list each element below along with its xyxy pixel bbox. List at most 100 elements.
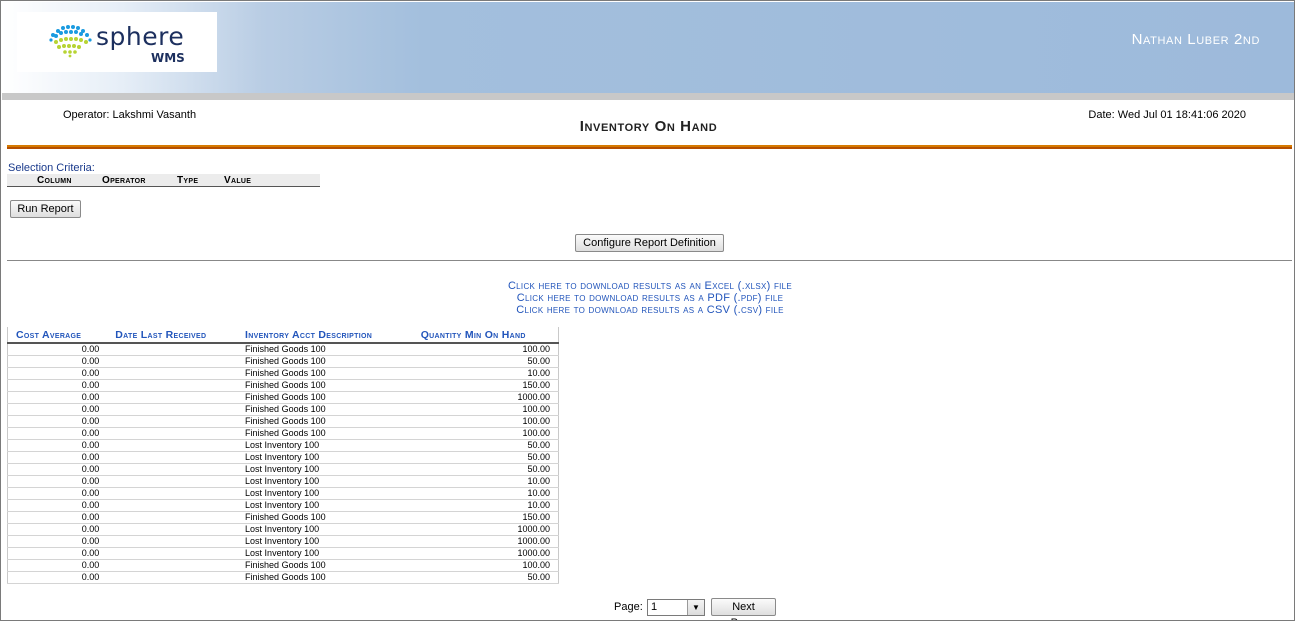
criteria-col-type: Type bbox=[177, 175, 199, 186]
cell-inventory-acct-description: Finished Goods 100 bbox=[237, 355, 413, 368]
cell-inventory-acct-description: Finished Goods 100 bbox=[237, 379, 413, 392]
sphere-wms-logo[interactable]: sphere WMS bbox=[17, 12, 217, 72]
page-label: Page: bbox=[614, 601, 643, 613]
section-divider bbox=[7, 260, 1292, 261]
table-row: 0.00 Lost Inventory 100 1000.00 bbox=[7, 547, 559, 560]
table-row: 0.00 Lost Inventory 100 50.00 bbox=[7, 451, 559, 464]
page-select-value: 1 bbox=[651, 601, 658, 613]
cell-quantity-min-on-hand: 10.00 bbox=[412, 367, 559, 380]
table-row: 0.00 Finished Goods 100 100.00 bbox=[7, 415, 559, 428]
cell-date-last-received bbox=[107, 535, 238, 548]
cell-inventory-acct-description: Lost Inventory 100 bbox=[237, 547, 413, 560]
chevron-down-icon[interactable]: ▼ bbox=[687, 600, 704, 615]
results-header-row: Cost Average Date Last Received Inventor… bbox=[7, 327, 559, 344]
cell-inventory-acct-description: Finished Goods 100 bbox=[237, 427, 413, 440]
col-date-last-received[interactable]: Date Last Received bbox=[107, 327, 238, 344]
cell-inventory-acct-description: Lost Inventory 100 bbox=[237, 499, 413, 512]
cell-quantity-min-on-hand: 1000.00 bbox=[412, 535, 559, 548]
criteria-col-operator: Operator bbox=[102, 175, 146, 186]
cell-date-last-received bbox=[107, 439, 238, 452]
table-row: 0.00 Finished Goods 100 150.00 bbox=[7, 379, 559, 392]
cell-inventory-acct-description: Finished Goods 100 bbox=[237, 391, 413, 404]
cell-inventory-acct-description: Lost Inventory 100 bbox=[237, 523, 413, 536]
cell-inventory-acct-description: Lost Inventory 100 bbox=[237, 487, 413, 500]
logo-word: sphere bbox=[96, 22, 185, 51]
cell-cost-average: 0.00 bbox=[7, 499, 108, 512]
cell-cost-average: 0.00 bbox=[7, 427, 108, 440]
table-row: 0.00 Lost Inventory 100 1000.00 bbox=[7, 523, 559, 536]
cell-cost-average: 0.00 bbox=[7, 439, 108, 452]
cell-date-last-received bbox=[107, 487, 238, 500]
download-csv-link[interactable]: Click here to download results as a CSV … bbox=[1, 304, 1294, 316]
cell-date-last-received bbox=[107, 379, 238, 392]
cell-cost-average: 0.00 bbox=[7, 475, 108, 488]
table-row: 0.00 Finished Goods 100 100.00 bbox=[7, 343, 559, 356]
cell-date-last-received bbox=[107, 415, 238, 428]
cell-date-last-received bbox=[107, 427, 238, 440]
cell-inventory-acct-description: Finished Goods 100 bbox=[237, 403, 413, 416]
cell-cost-average: 0.00 bbox=[7, 463, 108, 476]
col-inventory-acct-description[interactable]: Inventory Acct Description bbox=[237, 327, 413, 344]
cell-date-last-received bbox=[107, 559, 238, 572]
cell-date-last-received bbox=[107, 523, 238, 536]
col-cost-average[interactable]: Cost Average bbox=[7, 327, 108, 344]
cell-quantity-min-on-hand: 1000.00 bbox=[412, 547, 559, 560]
cell-cost-average: 0.00 bbox=[7, 523, 108, 536]
table-row: 0.00 Finished Goods 100 50.00 bbox=[7, 355, 559, 368]
col-quantity-min-on-hand[interactable]: Quantity Min On Hand bbox=[412, 327, 559, 344]
cell-cost-average: 0.00 bbox=[7, 451, 108, 464]
cell-date-last-received bbox=[107, 511, 238, 524]
cell-quantity-min-on-hand: 150.00 bbox=[412, 511, 559, 524]
cell-date-last-received bbox=[107, 499, 238, 512]
cell-quantity-min-on-hand: 10.00 bbox=[412, 499, 559, 512]
cell-quantity-min-on-hand: 150.00 bbox=[412, 379, 559, 392]
criteria-header-row: Column Operator Type Value bbox=[7, 174, 320, 187]
cell-inventory-acct-description: Finished Goods 100 bbox=[237, 559, 413, 572]
cell-inventory-acct-description: Lost Inventory 100 bbox=[237, 439, 413, 452]
cell-inventory-acct-description: Lost Inventory 100 bbox=[237, 451, 413, 464]
cell-inventory-acct-description: Finished Goods 100 bbox=[237, 343, 413, 356]
cell-cost-average: 0.00 bbox=[7, 535, 108, 548]
user-name: Nathan Luber 2nd bbox=[1131, 31, 1260, 48]
cell-cost-average: 0.00 bbox=[7, 367, 108, 380]
table-row: 0.00 Finished Goods 100 10.00 bbox=[7, 367, 559, 380]
cell-quantity-min-on-hand: 100.00 bbox=[412, 343, 559, 356]
table-row: 0.00 Lost Inventory 100 50.00 bbox=[7, 439, 559, 452]
run-report-button[interactable]: Run Report bbox=[10, 200, 81, 218]
table-row: 0.00 Finished Goods 100 50.00 bbox=[7, 571, 559, 584]
download-excel-link[interactable]: Click here to download results as an Exc… bbox=[1, 280, 1294, 292]
cell-cost-average: 0.00 bbox=[7, 343, 108, 356]
page-select[interactable]: 1 ▼ bbox=[647, 599, 705, 616]
cell-quantity-min-on-hand: 50.00 bbox=[412, 439, 559, 452]
download-pdf-link[interactable]: Click here to download results as a PDF … bbox=[1, 292, 1294, 304]
cell-date-last-received bbox=[107, 451, 238, 464]
cell-inventory-acct-description: Lost Inventory 100 bbox=[237, 463, 413, 476]
cell-cost-average: 0.00 bbox=[7, 559, 108, 572]
cell-inventory-acct-description: Finished Goods 100 bbox=[237, 367, 413, 380]
cell-quantity-min-on-hand: 100.00 bbox=[412, 415, 559, 428]
table-row: 0.00 Lost Inventory 100 1000.00 bbox=[7, 535, 559, 548]
report-window: sphere WMS Nathan Luber 2nd Operator: La… bbox=[0, 0, 1295, 621]
configure-report-button[interactable]: Configure Report Definition bbox=[575, 234, 724, 252]
cell-inventory-acct-description: Finished Goods 100 bbox=[237, 511, 413, 524]
cell-quantity-min-on-hand: 100.00 bbox=[412, 559, 559, 572]
cell-date-last-received bbox=[107, 367, 238, 380]
cell-cost-average: 0.00 bbox=[7, 415, 108, 428]
table-row: 0.00 Finished Goods 100 100.00 bbox=[7, 427, 559, 440]
report-date: Date: Wed Jul 01 18:41:06 2020 bbox=[1088, 109, 1246, 121]
header-band bbox=[2, 93, 1294, 100]
table-row: 0.00 Lost Inventory 100 50.00 bbox=[7, 463, 559, 476]
criteria-col-column: Column bbox=[37, 175, 72, 186]
globe-dots-icon bbox=[49, 25, 92, 58]
results-table: Cost Average Date Last Received Inventor… bbox=[7, 327, 559, 584]
cell-quantity-min-on-hand: 50.00 bbox=[412, 355, 559, 368]
table-row: 0.00 Finished Goods 100 150.00 bbox=[7, 511, 559, 524]
cell-quantity-min-on-hand: 10.00 bbox=[412, 475, 559, 488]
results-body: 0.00 Finished Goods 100 100.00 0.00 Finished… bbox=[7, 343, 559, 584]
cell-inventory-acct-description: Finished Goods 100 bbox=[237, 415, 413, 428]
table-row: 0.00 Finished Goods 100 1000.00 bbox=[7, 391, 559, 404]
next-page-button[interactable]: Next Page bbox=[711, 598, 776, 620]
cell-quantity-min-on-hand: 50.00 bbox=[412, 451, 559, 464]
cell-quantity-min-on-hand: 100.00 bbox=[412, 403, 559, 416]
cell-cost-average: 0.00 bbox=[7, 487, 108, 500]
